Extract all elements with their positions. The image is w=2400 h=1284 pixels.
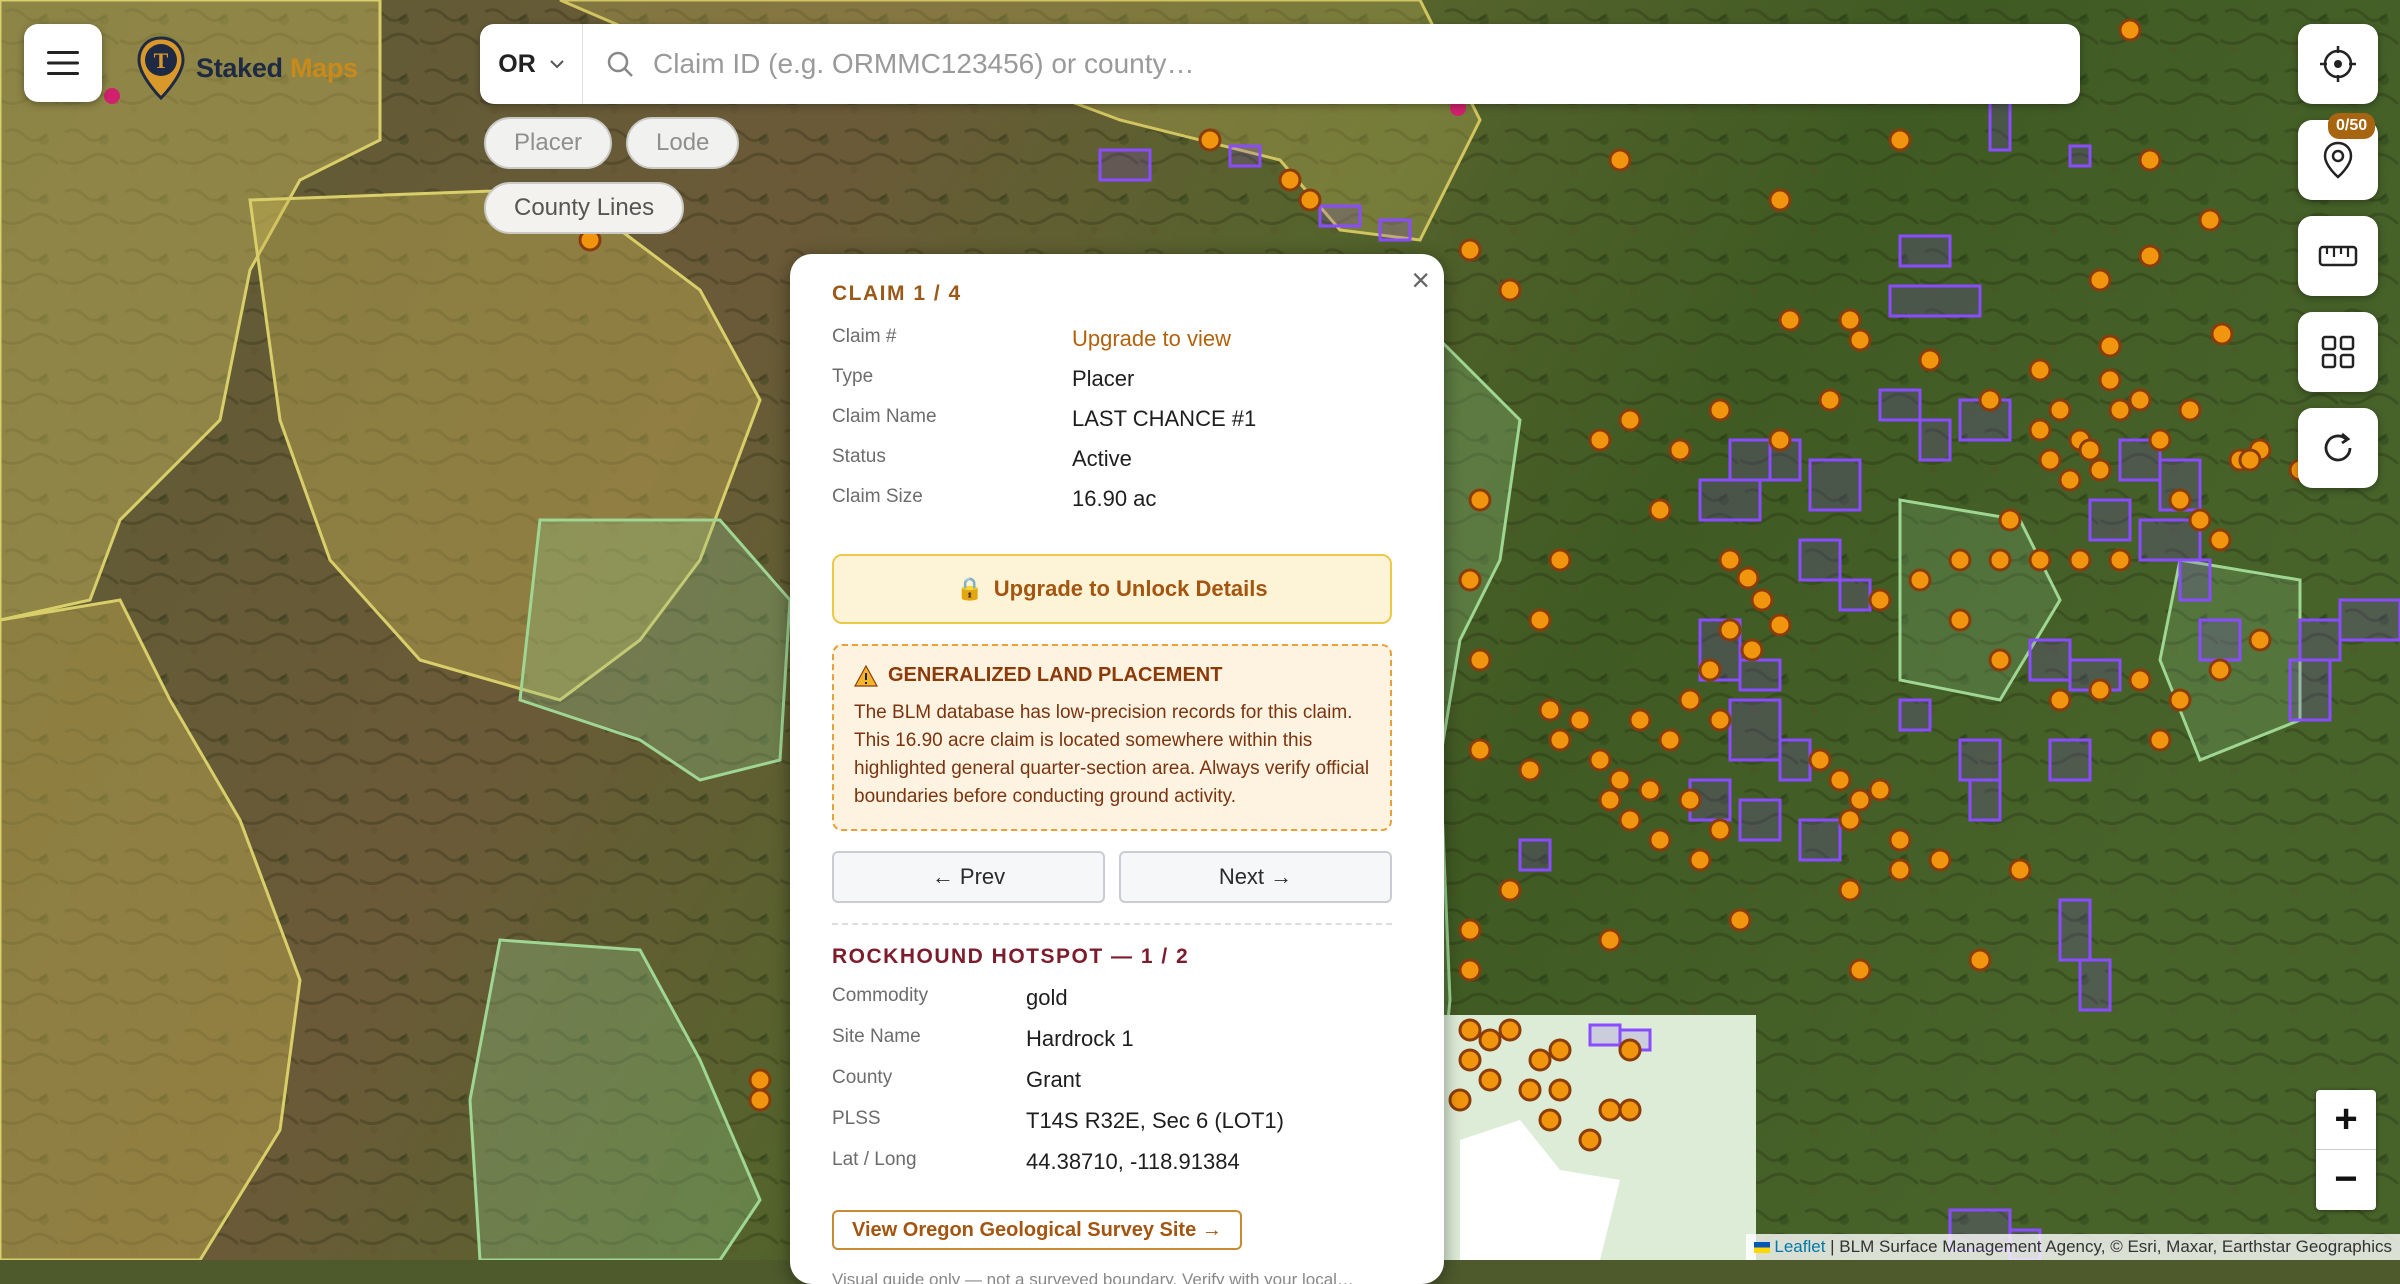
- claim-details: Claim # Upgrade to view Type Placer Clai…: [832, 326, 1392, 526]
- warning-title: GENERALIZED LAND PLACEMENT: [854, 664, 1370, 687]
- claim-section-title: CLAIM 1 / 4: [832, 282, 962, 305]
- locate-icon: [2320, 46, 2356, 82]
- brand-logo[interactable]: T Staked Maps: [136, 36, 358, 100]
- claim-row-status: Status Active: [832, 446, 1132, 471]
- hotspot-row-county: County Grant: [832, 1067, 1082, 1092]
- warning-body: The BLM database has low-precision recor…: [854, 702, 1370, 807]
- leaflet-flag-icon: [1754, 1242, 1771, 1254]
- layers-button[interactable]: [2298, 312, 2378, 392]
- brand-name: Staked Maps: [196, 52, 358, 83]
- claim-row-name: Claim Name LAST CHANCE #1: [832, 406, 1257, 431]
- refresh-icon: [2324, 432, 2352, 462]
- zoom-control: + −: [2316, 1090, 2376, 1210]
- zoom-in-button[interactable]: +: [2316, 1090, 2376, 1150]
- filter-chip-county-lines[interactable]: County Lines: [484, 182, 685, 234]
- next-claim-button[interactable]: Next →: [1119, 851, 1392, 903]
- zoom-out-button[interactable]: −: [2316, 1150, 2376, 1209]
- lock-icon: 🔒: [956, 576, 984, 601]
- claim-row-size: Claim Size 16.90 ac: [832, 486, 1157, 511]
- hotspot-row-site-name: Site Name Hardrock 1: [832, 1026, 1134, 1051]
- hotspot-section-title: ROCKHOUND HOTSPOT — 1 / 2: [832, 945, 1190, 968]
- layers-grid-icon: [2321, 335, 2355, 369]
- close-icon[interactable]: ×: [1411, 262, 1430, 299]
- section-divider: [832, 923, 1392, 925]
- claim-row-number: Claim # Upgrade to view: [832, 326, 1231, 352]
- warning-icon: [854, 664, 878, 687]
- hotspot-row-commodity: Commodity gold: [832, 985, 1068, 1010]
- search-icon: [589, 50, 651, 78]
- logo-pin-icon: T: [137, 36, 185, 100]
- placement-warning: GENERALIZED LAND PLACEMENT The BLM datab…: [832, 644, 1392, 831]
- claim-row-type: Type Placer: [832, 366, 1135, 391]
- map-attribution: Leaflet | BLM Surface Management Agency,…: [1746, 1234, 2400, 1260]
- claim-popup: × CLAIM 1 / 4 Claim # Upgrade to view Ty…: [790, 254, 1444, 1284]
- hamburger-icon: [47, 51, 79, 75]
- refresh-button[interactable]: [2298, 408, 2378, 488]
- hotspot-row-latlong: Lat / Long 44.38710, -118.91384: [832, 1149, 1240, 1174]
- chevron-down-icon: [550, 60, 564, 69]
- attribution-sources: | BLM Surface Management Agency, © Esri,…: [1830, 1237, 2392, 1256]
- popup-footnote: Visual guide only — not a surveyed bound…: [832, 1270, 1354, 1284]
- ruler-icon: [2318, 245, 2358, 267]
- search-bar: OR: [480, 24, 2080, 104]
- prev-claim-button[interactable]: ← Prev: [832, 851, 1105, 903]
- locate-button[interactable]: [2298, 24, 2378, 104]
- claim-pager: ← Prev Next →: [832, 851, 1392, 903]
- state-select[interactable]: OR: [480, 24, 583, 104]
- hotspot-details: Commodity gold Site Name Hardrock 1 Coun…: [832, 985, 1392, 1190]
- filter-chip-lode[interactable]: Lode: [626, 117, 740, 169]
- hotspot-marker[interactable]: [104, 88, 120, 104]
- measure-button[interactable]: [2298, 216, 2378, 296]
- leaflet-link[interactable]: Leaflet: [1774, 1237, 1825, 1256]
- saved-count-badge: 0/50: [2328, 113, 2376, 139]
- upgrade-unlock-button[interactable]: 🔒 Upgrade to Unlock Details: [832, 554, 1392, 624]
- search-input[interactable]: [651, 47, 2080, 81]
- upgrade-to-view-link[interactable]: Upgrade to view: [1072, 326, 1231, 352]
- hotspot-row-plss: PLSS T14S R32E, Sec 6 (LOT1): [832, 1108, 1284, 1133]
- svg-text:T: T: [154, 48, 169, 73]
- filter-chip-placer[interactable]: Placer: [484, 117, 613, 169]
- pin-icon: [2323, 141, 2353, 179]
- ogs-site-link[interactable]: View Oregon Geological Survey Site →: [832, 1210, 1242, 1250]
- menu-button[interactable]: [24, 24, 102, 102]
